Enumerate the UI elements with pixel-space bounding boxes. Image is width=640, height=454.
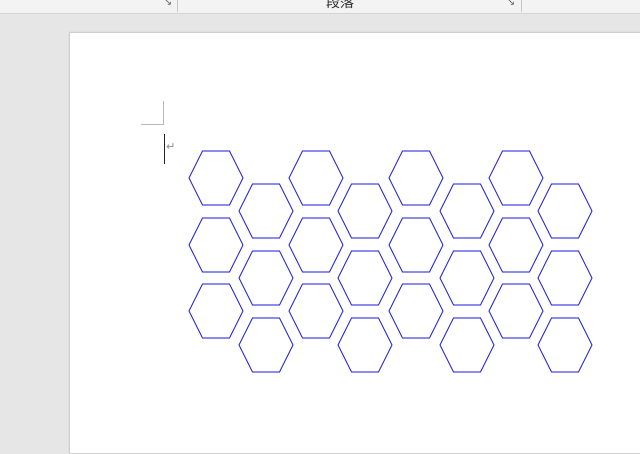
hexagon-shape[interactable]	[288, 150, 344, 206]
hexagon-shape[interactable]	[337, 250, 393, 306]
hexagon-shape[interactable]	[388, 150, 444, 206]
hexagon-shape[interactable]	[188, 283, 244, 339]
hexagon-shape[interactable]	[288, 283, 344, 339]
hexagon-shape[interactable]	[537, 250, 593, 306]
hexagon-shape[interactable]	[238, 317, 294, 373]
hexagon-shape[interactable]	[288, 217, 344, 273]
hexagon-shape[interactable]	[188, 150, 244, 206]
hexagon-shape[interactable]	[388, 283, 444, 339]
hexagon-shape[interactable]	[238, 250, 294, 306]
hexagon-shape[interactable]	[488, 150, 544, 206]
hexagon-shape[interactable]	[439, 183, 495, 239]
hexagon-shape[interactable]	[238, 183, 294, 239]
hexagon-shape[interactable]	[388, 217, 444, 273]
hexagon-shape[interactable]	[337, 317, 393, 373]
hexagon-shape[interactable]	[537, 317, 593, 373]
hexagon-shapes-canvas	[188, 150, 593, 373]
hexagon-shape[interactable]	[537, 183, 593, 239]
hexagon-shape[interactable]	[488, 283, 544, 339]
hexagon-shape[interactable]	[188, 217, 244, 273]
hexagon-shape[interactable]	[439, 250, 495, 306]
hexagon-shape[interactable]	[439, 317, 495, 373]
hexagon-shape[interactable]	[488, 217, 544, 273]
hexagon-shape[interactable]	[337, 183, 393, 239]
